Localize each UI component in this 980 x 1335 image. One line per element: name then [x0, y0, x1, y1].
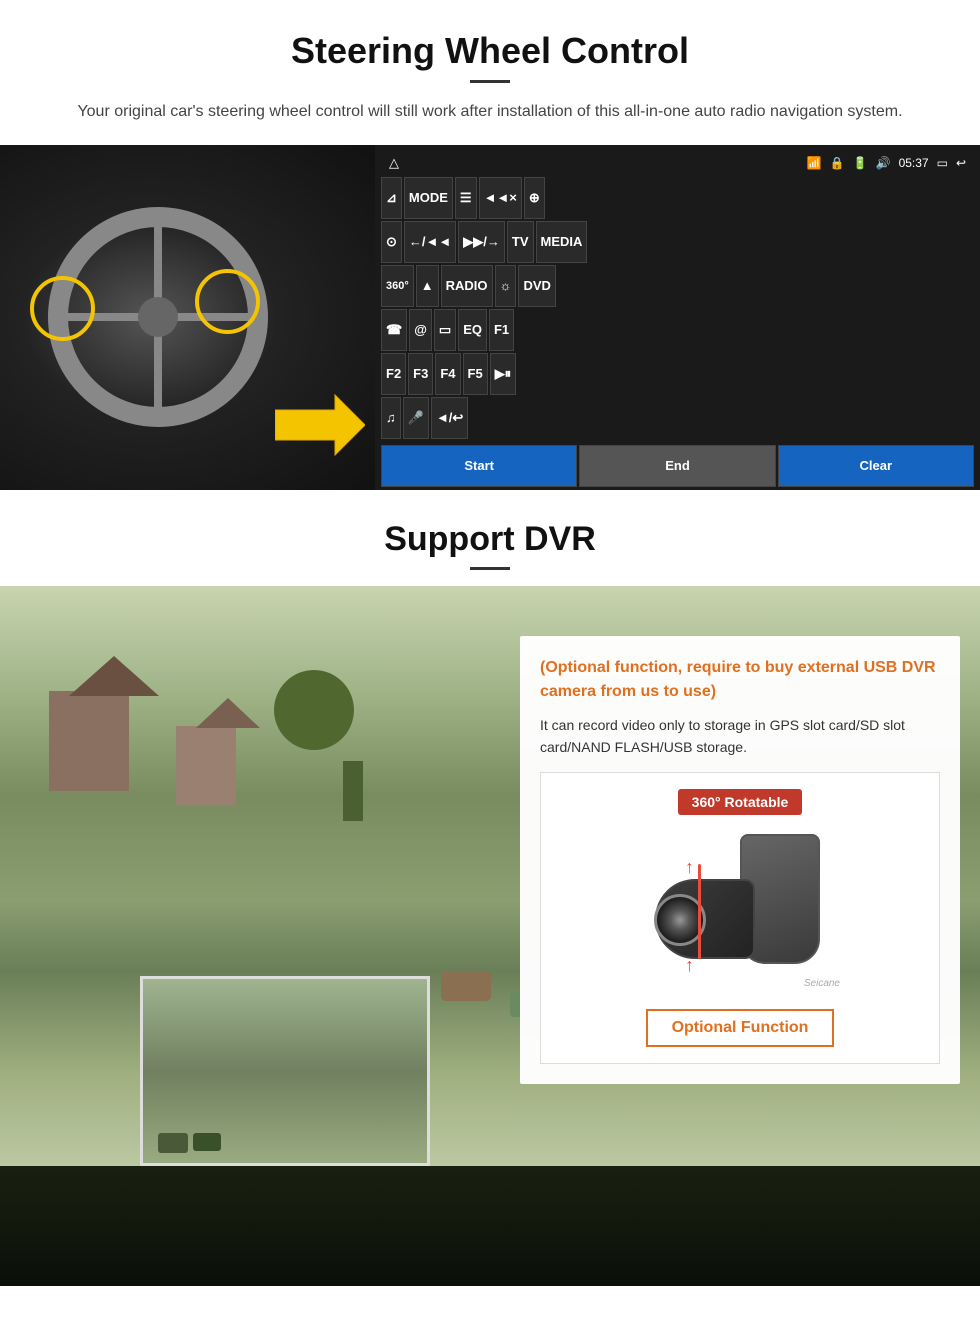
roof-1 [69, 656, 159, 696]
steering-section: Steering Wheel Control Your original car… [0, 0, 980, 125]
radio-btn-prev[interactable]: ←/◄◄ [404, 221, 456, 263]
camera-badge: 360° Rotatable [678, 789, 803, 815]
radio-btn-tv[interactable]: TV [507, 221, 534, 263]
time-display: 05:37 [899, 156, 929, 170]
dvr-section: Support DVR [0, 490, 980, 1286]
optional-function-label[interactable]: Optional Function [646, 1009, 835, 1047]
house-2 [176, 726, 236, 806]
radio-row-6: ♫ 🎤 ◄/↩ [381, 397, 974, 439]
steering-visual: △ 📶 🔒 🔋 🔊 05:37 ▭ ↩ ⊿ MODE ☰ ◄◄× ⊕ ⊙ ←/◄… [0, 145, 980, 490]
tree-top [274, 670, 354, 750]
radio-btn-f3[interactable]: F3 [408, 353, 433, 395]
dvr-desc-text: It can record video only to storage in G… [540, 714, 940, 759]
end-button[interactable]: End [579, 445, 775, 487]
radio-btn-eq[interactable]: EQ [458, 309, 487, 351]
radio-btn-f4[interactable]: F4 [435, 353, 460, 395]
start-button[interactable]: Start [381, 445, 577, 487]
tree-trunk [343, 761, 363, 821]
dvr-header: Support DVR [0, 490, 980, 586]
radio-btn-f5[interactable]: F5 [463, 353, 488, 395]
camera-device-illustration: ↑ ↑ Seicane [640, 829, 840, 989]
radio-row-5: F2 F3 F4 F5 ▶⏸ [381, 353, 974, 395]
inset-car-1 [158, 1133, 188, 1153]
bluetooth-icon: 🔊 [876, 156, 891, 170]
dvr-divider [470, 567, 510, 570]
yellow-circle-right [195, 269, 260, 334]
radio-btn-dvd[interactable]: DVD [518, 265, 555, 307]
radio-ui-panel: △ 📶 🔒 🔋 🔊 05:37 ▭ ↩ ⊿ MODE ☰ ◄◄× ⊕ ⊙ ←/◄… [375, 145, 980, 490]
radio-btn-play-pause[interactable]: ▶⏸ [490, 353, 517, 395]
dvr-info-card: (Optional function, require to buy exter… [520, 636, 960, 1085]
radio-btn-f2[interactable]: F2 [381, 353, 406, 395]
radio-btn-browser[interactable]: @ [409, 309, 432, 351]
dvr-inset-photo [140, 976, 430, 1166]
car-1 [441, 971, 491, 1001]
rotation-arrow-down-icon: ↑ [685, 955, 694, 976]
dashboard-area [0, 1166, 980, 1286]
radio-home-icon: △ [389, 155, 399, 171]
radio-action-buttons: Start End Clear [381, 445, 974, 487]
radio-btn-f1[interactable]: F1 [489, 309, 514, 351]
radio-btn-mic[interactable]: 🎤 [403, 397, 429, 439]
steering-photo [0, 145, 375, 490]
house-1 [49, 691, 129, 791]
rotation-arrow-up-icon: ↑ [685, 857, 694, 878]
radio-btn-radio[interactable]: RADIO [441, 265, 493, 307]
wifi-icon: 📶 [807, 156, 822, 170]
radio-btn-rect[interactable]: ▭ [434, 309, 456, 351]
radio-row-1: ⊿ MODE ☰ ◄◄× ⊕ [381, 177, 974, 219]
window-icon: ▭ [937, 156, 948, 170]
inset-car-2 [193, 1133, 221, 1151]
radio-btn-phone[interactable]: ☎ [381, 309, 407, 351]
radio-row-4: ☎ @ ▭ EQ F1 [381, 309, 974, 351]
steering-photo-inner [0, 145, 375, 490]
radio-btn-vol-mute[interactable]: ◄◄× [479, 177, 522, 219]
back-icon: ↩ [956, 156, 966, 170]
radio-btn-nav[interactable]: ⊿ [381, 177, 402, 219]
radio-status-icons: 📶 🔒 🔋 🔊 05:37 ▭ ↩ [807, 156, 966, 170]
dvr-title: Support DVR [40, 520, 940, 559]
yellow-arrow-icon [275, 390, 365, 460]
radio-btn-eject[interactable]: ▲ [416, 265, 439, 307]
yellow-circle-left [30, 276, 95, 341]
radio-btn-media[interactable]: MEDIA [536, 221, 588, 263]
rotation-line [698, 864, 701, 959]
wheel-center [138, 297, 178, 337]
steering-description: Your original car's steering wheel contr… [40, 99, 940, 125]
radio-btn-back[interactable]: ◄/↩ [431, 397, 468, 439]
radio-btn-360[interactable]: 360° [381, 265, 414, 307]
radio-topbar: △ 📶 🔒 🔋 🔊 05:37 ▭ ↩ [381, 151, 974, 175]
radio-btn-apps[interactable]: ⊕ [524, 177, 545, 219]
radio-btn-brightness[interactable]: ☼ [495, 265, 517, 307]
camera-product-box: 360° Rotatable ↑ [540, 772, 940, 1064]
seicane-watermark: Seicane [804, 978, 840, 989]
radio-btn-settings[interactable]: ⊙ [381, 221, 402, 263]
dvr-photo-container: (Optional function, require to buy exter… [0, 586, 980, 1286]
radio-btn-next[interactable]: ▶▶/→ [458, 221, 505, 263]
steering-divider [470, 80, 510, 83]
radio-btn-menu[interactable]: ☰ [455, 177, 477, 219]
lock-icon: 🔒 [830, 156, 845, 170]
radio-btn-music[interactable]: ♫ [381, 397, 401, 439]
clear-button[interactable]: Clear [778, 445, 974, 487]
radio-row-2: ⊙ ←/◄◄ ▶▶/→ TV MEDIA [381, 221, 974, 263]
radio-btn-mode[interactable]: MODE [404, 177, 453, 219]
dvr-optional-text: (Optional function, require to buy exter… [540, 656, 940, 704]
radio-row-3: 360° ▲ RADIO ☼ DVD [381, 265, 974, 307]
battery-icon: 🔋 [853, 156, 868, 170]
steering-title: Steering Wheel Control [40, 30, 940, 72]
roof-2 [196, 698, 260, 728]
